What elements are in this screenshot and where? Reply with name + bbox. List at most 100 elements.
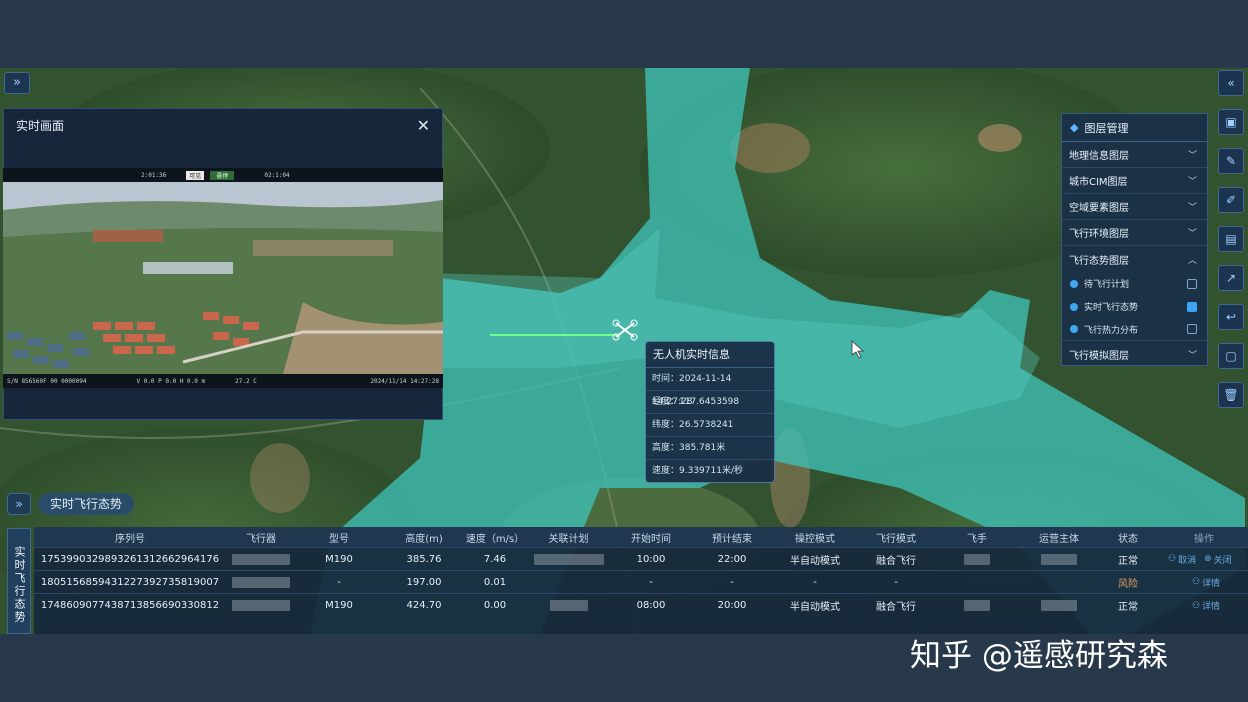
details-button[interactable]: 详情: [1202, 599, 1220, 612]
cube-icon[interactable]: ▣: [1218, 109, 1244, 135]
col-model: 型号: [329, 533, 349, 545]
layer-group-label: 城市CIM图层: [1069, 177, 1128, 188]
chevron-down-icon: ﹀: [1187, 151, 1197, 161]
layer-group-simulation[interactable]: 飞行模拟图层 ﹀: [1062, 341, 1207, 367]
user-icon: ⚇: [1191, 600, 1201, 611]
watermark: 知乎 @遥感研究森: [910, 638, 1168, 674]
row-start: 08:00: [636, 600, 666, 611]
layer-panel-title: 图层管理: [1084, 121, 1129, 135]
col-aircraft: 飞行器: [246, 533, 276, 545]
chart-icon[interactable]: ↗: [1218, 265, 1244, 291]
table-row[interactable]: 1805156859431227392735819007 - 197.00 0.…: [34, 571, 1248, 594]
layer-group-cim[interactable]: 城市CIM图层 ﹀: [1062, 168, 1207, 194]
layer-panel-header: ◆ 图层管理: [1062, 114, 1207, 142]
layer-group-geo[interactable]: 地理信息图层 ﹀: [1062, 142, 1207, 168]
row-actions: ⚇ 详情: [1164, 571, 1248, 593]
row-model: M190: [325, 600, 353, 611]
layer-group-label: 飞行环境图层: [1069, 229, 1129, 240]
video-osd-bottom: S/N 856560F 00 0000094 V 0.0 P 0.0 H 0.0…: [3, 374, 443, 388]
table-row[interactable]: 1753990329893261312662964176 M190 385.76…: [34, 548, 1248, 571]
expand-left-icon[interactable]: »: [4, 72, 30, 94]
row-serial: 1748609077438713856690330812: [40, 600, 220, 611]
table-header: 序列号 飞行器 型号 高度(m) 速度（m/s） 关联计划 开始时间 预计结束 …: [34, 527, 1248, 548]
pencil-icon[interactable]: ✐: [1218, 187, 1244, 213]
layer-checkbox[interactable]: [1187, 324, 1197, 334]
row-flight-mode: 融合飞行: [876, 602, 916, 613]
osd-time-left: 2:01:36: [141, 171, 167, 179]
row-pilot-redacted: [944, 548, 1010, 570]
status-badge: 正常: [1118, 555, 1138, 567]
osd-time-right: 02:1:04: [264, 171, 290, 179]
layer-dot-icon: [1070, 325, 1078, 333]
row-operator: [1024, 571, 1094, 593]
row-flight-mode: -: [894, 576, 898, 588]
user-icon: ⚇: [1191, 577, 1201, 587]
col-altitude: 高度(m): [405, 533, 443, 545]
osd-timestamp: 2024/11/14 14:27:28: [370, 377, 439, 385]
status-badge: 正常: [1118, 602, 1138, 613]
row-control-mode: 半自动模式: [790, 555, 840, 567]
col-serial: 序列号: [115, 533, 145, 545]
video-panel-title: 实时画面: [16, 118, 65, 133]
drone-info-popup: 无人机实时信息 时间：2024-11-14 14:27:28 经度：117.64…: [645, 341, 775, 483]
row-speed: 7.46: [483, 553, 507, 565]
col-operator: 运营主体: [1039, 533, 1079, 545]
frame-icon[interactable]: ▢: [1218, 343, 1244, 369]
osd-serial: S/N 856560F 00 0000094: [7, 377, 87, 385]
undo-icon[interactable]: ↩: [1218, 304, 1244, 330]
layer-group-label: 飞行态势图层: [1069, 255, 1129, 267]
row-operator-redacted: [1024, 548, 1094, 570]
row-aircraft-redacted: [226, 571, 296, 593]
trash-icon[interactable]: 🗑: [1218, 382, 1244, 408]
video-osd-top: 2:01:36 可见 悬停 02:1:04: [3, 168, 443, 182]
layer-item-pending-plan[interactable]: 待飞行计划: [1062, 272, 1207, 295]
layer-checkbox[interactable]: [1187, 278, 1197, 289]
row-control-mode: 半自动模式: [790, 602, 840, 613]
row-altitude: 424.70: [406, 600, 442, 611]
row-speed: 0.01: [483, 576, 507, 588]
col-plan: 关联计划: [548, 533, 589, 545]
info-time: 时间：2024-11-14 14:27:28: [646, 368, 774, 407]
edit-icon[interactable]: ✎: [1218, 148, 1244, 174]
osd-telemetry: V 0.0 P 0.0 H 0.0 m: [136, 377, 206, 385]
layers-icon: ◆: [1070, 121, 1079, 134]
chevron-down-icon: ﹀: [1187, 177, 1197, 187]
row-operator-redacted: [1024, 594, 1094, 617]
col-end: 预计结束: [712, 533, 752, 545]
close-icon[interactable]: ✕: [417, 116, 430, 135]
table-row[interactable]: 1748609077438713856690330812 M190 424.70…: [34, 594, 1248, 617]
layer-manager-panel: ◆ 图层管理 地理信息图层 ﹀ 城市CIM图层 ﹀ 空域要素图层 ﹀ 飞行环境图…: [1061, 113, 1208, 366]
row-altitude: 197.00: [406, 576, 442, 588]
layer-item-heatmap[interactable]: 飞行热力分布: [1062, 318, 1207, 341]
layer-checkbox[interactable]: [1187, 301, 1197, 312]
layer-group-label: 空域要素图层: [1069, 203, 1129, 214]
layer-group-flight-situation[interactable]: 飞行态势图层 ︿: [1062, 246, 1207, 272]
layer-group-label: 飞行模拟图层: [1069, 350, 1129, 362]
layer-group-environment[interactable]: 飞行环境图层 ﹀: [1062, 220, 1207, 246]
row-end: 22:00: [717, 553, 747, 565]
layer-item-realtime[interactable]: 实时飞行态势: [1062, 295, 1207, 318]
row-actions: ⚇ 详情: [1164, 594, 1248, 617]
collapse-down-icon[interactable]: »: [7, 493, 31, 515]
video-frame: [3, 182, 443, 374]
row-flight-mode: 融合飞行: [876, 555, 916, 567]
osd-temperature: 27.2 C: [235, 377, 257, 385]
save-icon[interactable]: ▤: [1218, 226, 1244, 252]
row-serial: 1753990329893261312662964176: [40, 553, 220, 565]
col-control-mode: 操控模式: [795, 533, 835, 545]
double-chevron-left-icon[interactable]: «: [1218, 70, 1244, 96]
col-actions: 操作: [1194, 533, 1214, 545]
details-button[interactable]: 详情: [1202, 576, 1220, 589]
osd-state: 悬停: [210, 170, 235, 180]
row-pilot: [944, 571, 1010, 593]
layer-group-airspace[interactable]: 空域要素图层 ﹀: [1062, 194, 1207, 220]
row-end: -: [730, 576, 734, 588]
cancel-button[interactable]: 取消: [1178, 553, 1196, 566]
info-speed: 速度：9.339711米/秒: [652, 466, 743, 476]
row-plan-redacted: [531, 548, 606, 570]
close-button[interactable]: 关闭: [1214, 553, 1232, 566]
flight-status-side-label: 实时飞行态势: [7, 528, 31, 634]
flight-status-title: 实时飞行态势: [38, 493, 135, 515]
row-altitude: 385.76: [406, 553, 442, 565]
row-control-mode: -: [813, 576, 817, 588]
